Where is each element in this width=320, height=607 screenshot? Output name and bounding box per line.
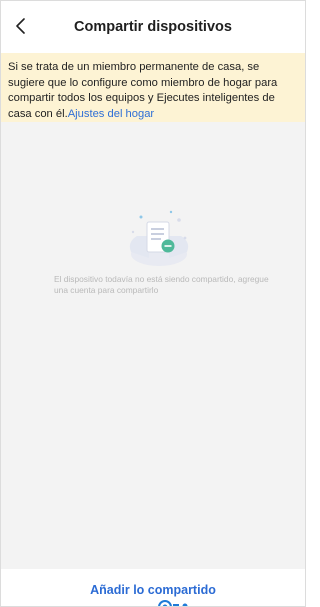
chevron-left-icon xyxy=(16,18,25,34)
household-notice: Si se trata de un miembro permanente de … xyxy=(0,53,306,122)
shared-devices-empty-area: El dispositivo todavía no está siendo co… xyxy=(0,122,306,569)
page-title: Compartir dispositivos xyxy=(74,18,232,35)
footer-bar: Añadir lo compartido xyxy=(0,569,306,607)
back-button[interactable] xyxy=(11,16,31,36)
document-share-icon xyxy=(129,210,189,266)
household-settings-link[interactable]: Ajustes del hogar xyxy=(68,108,154,120)
page-indicator-icon xyxy=(158,600,188,607)
empty-state-message: El dispositivo todavía no está siendo co… xyxy=(54,274,269,295)
header-bar: Compartir dispositivos xyxy=(0,0,306,53)
